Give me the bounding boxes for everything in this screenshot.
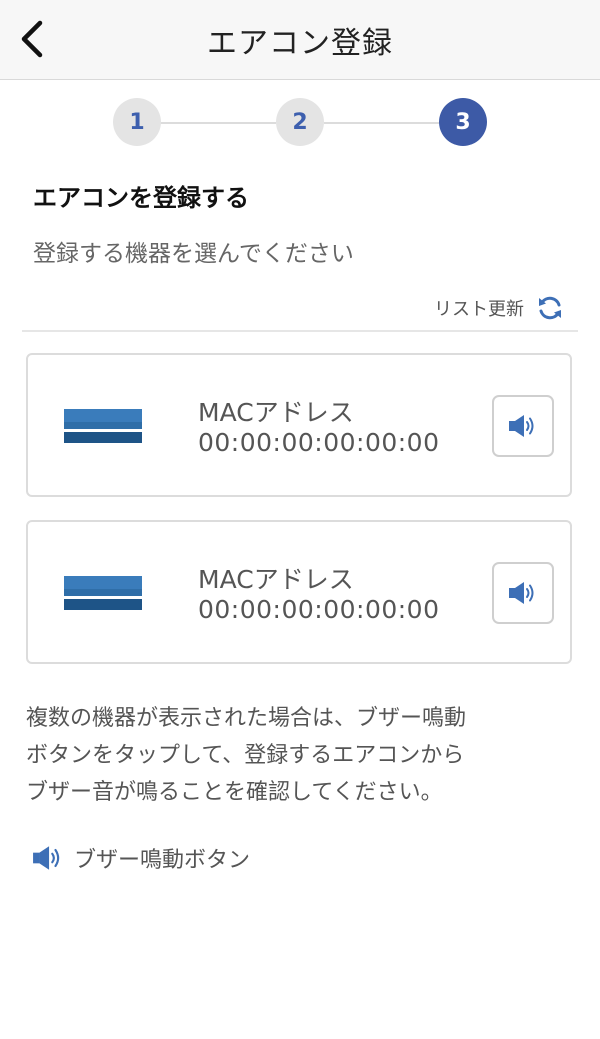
speaker-icon	[33, 846, 60, 870]
speaker-icon	[509, 415, 534, 437]
page-title: エアコン登録	[207, 25, 393, 61]
instruction-text: 複数の機器が表示された場合は、ブザー鳴動 ボタンをタップして、登録するエアコンか…	[26, 700, 578, 811]
instruction-line: 複数の機器が表示された場合は、ブザー鳴動	[26, 706, 467, 731]
instruction-line: ブザー音が鳴ることを確認してください。	[26, 780, 443, 805]
buzzer-legend: ブザー鳴動ボタン	[32, 840, 250, 876]
legend-label: ブザー鳴動ボタン	[74, 848, 251, 873]
device-card[interactable]: MACアドレス 00:00:00:00:00:00	[26, 520, 572, 664]
refresh-label: リスト更新	[434, 299, 524, 320]
mac-address-label: MACアドレス	[198, 398, 354, 427]
step-1: 1	[113, 98, 161, 146]
header-bar: エアコン登録	[0, 0, 600, 80]
speaker-icon	[509, 582, 534, 604]
step-2: 2	[276, 98, 324, 146]
instruction-line: ボタンをタップして、登録するエアコンから	[26, 743, 465, 768]
mac-address-value: 00:00:00:00:00:00	[198, 428, 440, 457]
step-indicator: 1 2 3	[112, 98, 488, 148]
step-3-current: 3	[439, 98, 487, 146]
step-connector	[324, 122, 440, 124]
mac-address-label: MACアドレス	[198, 565, 354, 594]
device-card[interactable]: MACアドレス 00:00:00:00:00:00	[26, 353, 572, 497]
refresh-icon	[539, 296, 561, 320]
buzzer-button[interactable]	[492, 562, 554, 624]
air-conditioner-icon	[64, 409, 142, 443]
section-subtitle: 登録する機器を選んでください	[33, 241, 354, 267]
divider	[22, 330, 578, 332]
mac-address-value: 00:00:00:00:00:00	[198, 595, 440, 624]
step-connector	[160, 122, 276, 124]
refresh-list-button[interactable]: リスト更新	[434, 292, 564, 324]
buzzer-button[interactable]	[492, 395, 554, 457]
section-title: エアコンを登録する	[33, 184, 249, 212]
air-conditioner-icon	[64, 576, 142, 610]
